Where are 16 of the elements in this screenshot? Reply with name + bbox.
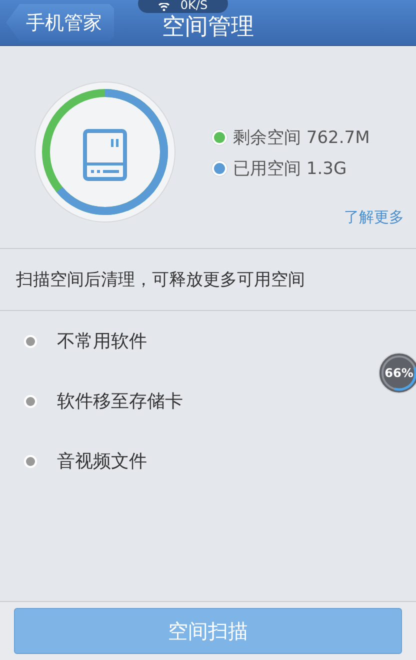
bullet-icon: [26, 336, 35, 346]
back-button[interactable]: 手机管家: [6, 4, 114, 42]
category-item[interactable]: 不常用软件: [57, 329, 147, 353]
bullet-icon: [26, 456, 35, 466]
category-item[interactable]: 软件移至存储卡: [57, 389, 183, 413]
storage-drive-icon: [83, 129, 127, 181]
legend-label: 剩余空间 762.7M: [233, 127, 370, 149]
screen-title: 空间管理: [162, 16, 254, 39]
category-item[interactable]: 音视频文件: [57, 449, 147, 473]
speed-text: 0K/S: [180, 0, 208, 11]
bullet-icon: [26, 396, 35, 406]
speed-widget[interactable]: 0K/S: [138, 0, 228, 13]
wifi-icon: [158, 3, 170, 11]
hint-text: 扫描空间后清理，可释放更多可用空间: [16, 269, 305, 291]
legend-label: 已用空间 1.3G: [233, 158, 347, 180]
memory-percent: 66%: [384, 366, 414, 380]
